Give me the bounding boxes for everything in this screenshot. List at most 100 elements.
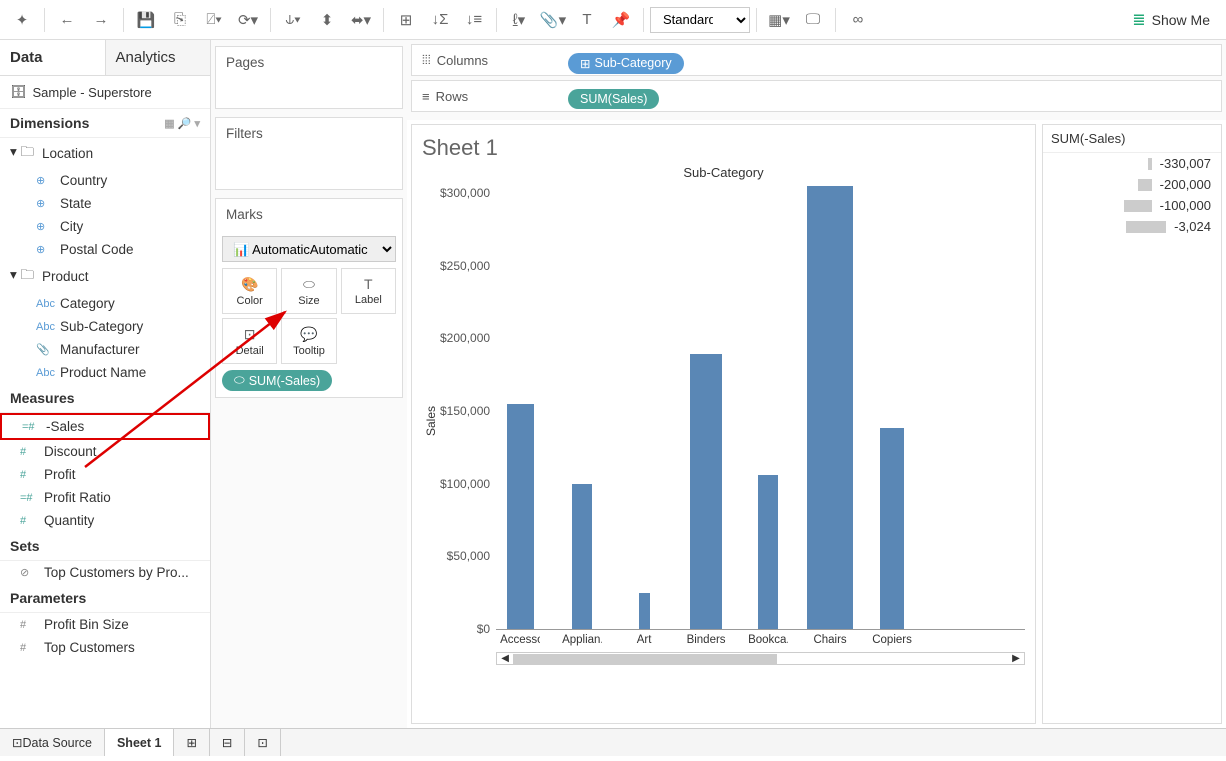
- pin-icon[interactable]: 📌: [605, 4, 637, 36]
- field-country[interactable]: ⊕Country: [0, 169, 210, 192]
- new-story-icon[interactable]: ⊡: [245, 729, 280, 756]
- show-me-button[interactable]: ≣ Show Me: [1122, 10, 1220, 30]
- field-neg-sales[interactable]: =#-Sales: [0, 413, 210, 440]
- present-icon[interactable]: 🖵: [797, 4, 829, 36]
- new-dashboard-icon[interactable]: ⊟: [210, 729, 245, 756]
- marks-tooltip[interactable]: 💬Tooltip: [281, 318, 336, 364]
- sort-icon[interactable]: ↓≡: [458, 4, 490, 36]
- x-label: Art: [624, 634, 664, 646]
- sheet-title[interactable]: Sheet 1: [422, 135, 1025, 161]
- size-icon: ⬭: [234, 373, 245, 388]
- params-header: Parameters: [0, 584, 210, 613]
- save-icon[interactable]: 💾: [130, 4, 162, 36]
- param-profit-bin[interactable]: #Profit Bin Size: [0, 613, 210, 636]
- logo-icon[interactable]: ✦: [6, 4, 38, 36]
- scroll-thumb[interactable]: [513, 654, 776, 664]
- top-toolbar: ✦ ← → 💾 ⎘ ⍁▾ ⟳▾ ⫝▾ ⬍ ⬌▾ ⊞ ↓Σ ↓≡ ℓ▾ 📎▾ T …: [0, 0, 1226, 40]
- bar[interactable]: [572, 484, 592, 629]
- tab-sheet-1[interactable]: Sheet 1: [105, 729, 174, 756]
- field-profit-ratio[interactable]: =#Profit Ratio: [0, 486, 210, 509]
- datasource-item[interactable]: 🗄 Sample - Superstore: [0, 76, 210, 109]
- size-legend[interactable]: SUM(-Sales) -330,007-200,000-100,000-3,0…: [1042, 124, 1222, 724]
- abc-icon: Abc: [36, 321, 52, 333]
- marks-detail[interactable]: ⊡Detail: [222, 318, 277, 364]
- field-manufacturer[interactable]: 📎Manufacturer: [0, 338, 210, 361]
- swap-icon[interactable]: ⫝▾: [277, 4, 309, 36]
- y-axis: $300,000$250,000$200,000$150,000$100,000…: [440, 186, 496, 656]
- worksheet-area: ⦙⦙⦙Columns ⊞Sub-Category ≡Rows SUM(Sales…: [407, 40, 1226, 728]
- label-icon[interactable]: T: [571, 4, 603, 36]
- h-scrollbar[interactable]: ◀ ▶: [496, 652, 1025, 665]
- bar[interactable]: [639, 593, 650, 629]
- marks-label[interactable]: TLabel: [341, 268, 396, 314]
- columns-icon: ⦙⦙⦙: [422, 52, 431, 68]
- datasource-icon: 🗄: [10, 84, 27, 100]
- marks-size[interactable]: ⬭Size: [281, 268, 336, 314]
- attach-icon[interactable]: 📎▾: [537, 4, 569, 36]
- filters-shelf[interactable]: Filters: [215, 117, 403, 190]
- globe-icon: ⊕: [36, 197, 52, 210]
- field-state[interactable]: ⊕State: [0, 192, 210, 215]
- field-quantity[interactable]: #Quantity: [0, 509, 210, 532]
- bar[interactable]: [880, 428, 905, 630]
- hash-calc-icon: =#: [22, 421, 38, 433]
- totals-icon[interactable]: ↓Σ: [424, 4, 456, 36]
- tab-data[interactable]: Data: [0, 40, 105, 75]
- group-location[interactable]: ▾ 🗀Location: [0, 138, 210, 169]
- shelves-column: Pages Filters Marks 📊 AutomaticAutomatic…: [211, 40, 407, 728]
- field-profit[interactable]: #Profit: [0, 463, 210, 486]
- field-productname[interactable]: AbcProduct Name: [0, 361, 210, 384]
- tab-analytics[interactable]: Analytics: [105, 40, 211, 75]
- param-top-customers[interactable]: #Top Customers: [0, 636, 210, 659]
- measures-header: Measures: [0, 384, 210, 413]
- bar[interactable]: [507, 404, 534, 630]
- x-label: Applian..: [562, 634, 602, 646]
- dashboard-icon[interactable]: ▦▾: [763, 4, 795, 36]
- field-top-customers-set[interactable]: ⊘Top Customers by Pro...: [0, 561, 210, 584]
- tab-data-source[interactable]: ⊡ Data Source: [0, 729, 105, 756]
- refresh-icon[interactable]: ⟳▾: [232, 4, 264, 36]
- sheet-tabs: ⊡ Data Source Sheet 1 ⊞ ⊟ ⊡: [0, 728, 1226, 756]
- color-icon: 🎨: [241, 276, 258, 293]
- mark-type-select[interactable]: 📊 AutomaticAutomatic: [222, 236, 396, 262]
- size-pill[interactable]: ⬭SUM(-Sales): [222, 370, 332, 391]
- fit-select[interactable]: Standard: [650, 7, 750, 33]
- bar[interactable]: [807, 186, 852, 629]
- data-pane: Data Analytics 🗄 Sample - Superstore Dim…: [0, 40, 211, 728]
- rows-pill[interactable]: SUM(Sales): [568, 89, 659, 109]
- new-worksheet-icon[interactable]: ⍁▾: [198, 4, 230, 36]
- scroll-right-icon[interactable]: ▶: [1008, 653, 1024, 664]
- marks-color[interactable]: 🎨Color: [222, 268, 277, 314]
- sort-asc-icon[interactable]: ⬍: [311, 4, 343, 36]
- globe-icon: ⊕: [36, 220, 52, 233]
- scroll-left-icon[interactable]: ◀: [497, 653, 513, 664]
- columns-shelf[interactable]: ⦙⦙⦙Columns ⊞Sub-Category: [411, 44, 1222, 76]
- bar[interactable]: [690, 354, 721, 629]
- x-label: Copiers: [872, 634, 912, 646]
- sort-desc-icon[interactable]: ⬌▾: [345, 4, 377, 36]
- new-data-icon[interactable]: ⎘: [164, 4, 196, 36]
- hash-icon: #: [20, 642, 36, 654]
- share-icon[interactable]: ∞: [842, 4, 874, 36]
- group-icon[interactable]: ⊞: [390, 4, 422, 36]
- field-city[interactable]: ⊕City: [0, 215, 210, 238]
- bar[interactable]: [758, 475, 779, 630]
- new-worksheet-icon[interactable]: ⊞: [174, 729, 209, 756]
- field-subcategory[interactable]: AbcSub-Category: [0, 315, 210, 338]
- field-postal[interactable]: ⊕Postal Code: [0, 238, 210, 261]
- sets-header: Sets: [0, 532, 210, 561]
- forward-icon[interactable]: →: [85, 4, 117, 36]
- rows-shelf[interactable]: ≡Rows SUM(Sales): [411, 80, 1222, 112]
- hash-icon: #: [20, 515, 36, 527]
- x-label: Chairs: [810, 634, 850, 646]
- group-product[interactable]: ▾ 🗀Product: [0, 261, 210, 292]
- legend-item: -3,024: [1043, 216, 1221, 237]
- field-discount[interactable]: #Discount: [0, 440, 210, 463]
- columns-pill[interactable]: ⊞Sub-Category: [568, 53, 684, 74]
- chart-canvas: Sheet 1 Sub-Category Sales $300,000$250,…: [411, 124, 1036, 724]
- pages-shelf[interactable]: Pages: [215, 46, 403, 109]
- highlight-icon[interactable]: ℓ▾: [503, 4, 535, 36]
- back-icon[interactable]: ←: [51, 4, 83, 36]
- field-category[interactable]: AbcCategory: [0, 292, 210, 315]
- x-label: Binders: [686, 634, 726, 646]
